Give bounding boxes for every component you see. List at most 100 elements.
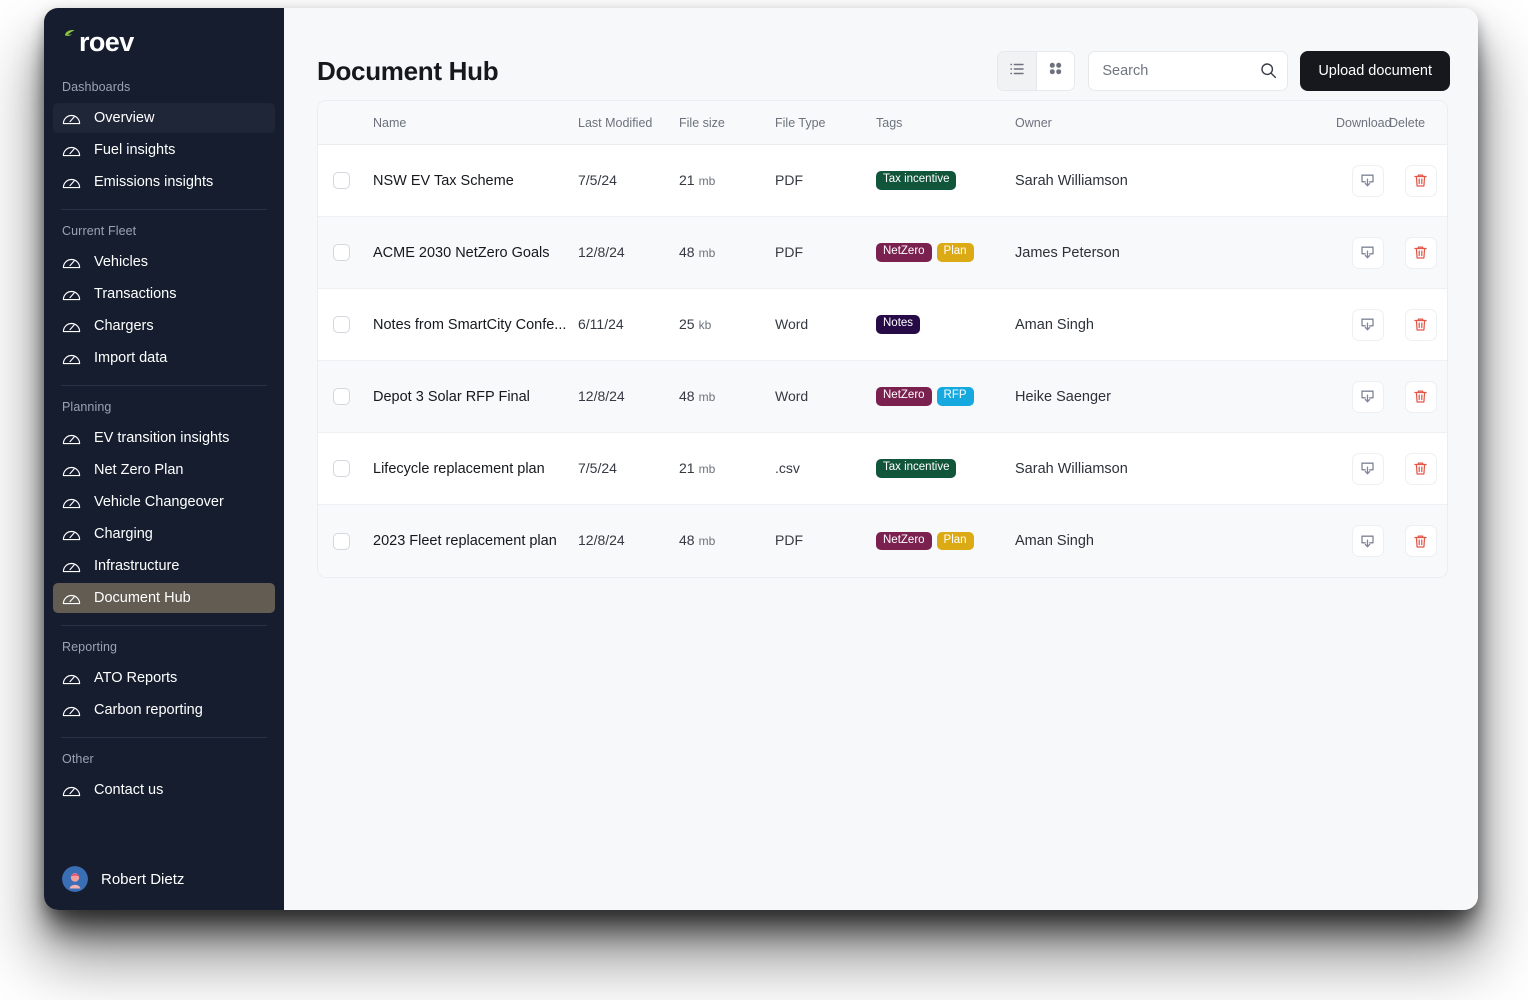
document-name: Depot 3 Solar RFP Final xyxy=(373,388,530,405)
brand-logo[interactable]: roev xyxy=(44,8,284,70)
gauge-icon xyxy=(62,111,81,126)
cell-download xyxy=(1341,525,1394,557)
download-button[interactable] xyxy=(1351,308,1384,341)
tag-badge[interactable]: Tax incentive xyxy=(876,171,957,190)
tag-badge[interactable]: NetZero xyxy=(876,243,932,262)
cell-owner: Sarah Williamson xyxy=(1015,172,1341,190)
owner-name: Aman Singh xyxy=(1015,533,1094,549)
sidebar-item-vehicles[interactable]: Vehicles xyxy=(53,247,275,277)
upload-document-button[interactable]: Upload document xyxy=(1300,51,1450,91)
sidebar-item-label: Chargers xyxy=(94,318,154,334)
row-checkbox[interactable] xyxy=(333,460,350,477)
row-checkbox[interactable] xyxy=(333,388,350,405)
sidebar-item-carbon-reporting[interactable]: Carbon reporting xyxy=(53,695,275,725)
column-header-file-type: File Type xyxy=(775,115,826,130)
cell-delete xyxy=(1394,308,1447,341)
column-header-tags: Tags xyxy=(876,115,903,130)
download-button[interactable] xyxy=(1351,380,1384,413)
cell-file-type: PDF xyxy=(775,244,876,262)
download-button[interactable] xyxy=(1351,164,1384,197)
user-profile[interactable]: Robert Dietz xyxy=(44,856,284,902)
row-checkbox[interactable] xyxy=(333,532,350,550)
tag-badge[interactable]: Plan xyxy=(936,531,974,551)
download-button[interactable] xyxy=(1351,525,1384,557)
sidebar-item-label: Net Zero Plan xyxy=(94,462,184,478)
table-row[interactable]: ACME 2030 NetZero Goals 12/8/24 48 mb PDF Net… xyxy=(318,217,1447,289)
search-box xyxy=(1088,51,1289,91)
sidebar-item-chargers[interactable]: Chargers xyxy=(53,311,275,341)
table-row[interactable]: Depot 3 Solar RFP Final 12/8/24 48 mb Word Ne… xyxy=(318,361,1447,433)
sidebar-item-label: Contact us xyxy=(94,782,164,798)
sidebar-item-contact-us[interactable]: Contact us xyxy=(53,775,275,805)
sidebar-item-infrastructure[interactable]: Infrastructure xyxy=(53,551,275,581)
file-size-unit: mb xyxy=(698,534,716,548)
sidebar-item-label: Vehicle Changeover xyxy=(94,494,224,510)
column-header-delete: Delete xyxy=(1389,115,1426,130)
sidebar-item-label: Transactions xyxy=(94,286,177,302)
tag-badge[interactable]: RFP xyxy=(936,387,974,406)
cell-file-type: Word xyxy=(775,388,876,406)
file-size-value: 25 xyxy=(679,315,695,332)
sidebar-item-label: Carbon reporting xyxy=(94,702,203,718)
owner-name: Sarah Williamson xyxy=(1015,460,1128,477)
sidebar-item-net-zero-plan[interactable]: Net Zero Plan xyxy=(53,455,275,485)
sidebar-item-document-hub[interactable]: Document Hub xyxy=(53,583,275,613)
download-button[interactable] xyxy=(1351,452,1384,485)
download-button[interactable] xyxy=(1351,236,1384,269)
delete-button[interactable] xyxy=(1404,236,1437,269)
cell-download xyxy=(1341,236,1394,269)
column-header-file-size: File size xyxy=(679,115,725,130)
tag-badge[interactable]: Plan xyxy=(936,243,974,262)
last-modified-value: 12/8/24 xyxy=(578,387,625,404)
delete-button[interactable] xyxy=(1404,164,1437,197)
table-row[interactable]: NSW EV Tax Scheme 7/5/24 21 mb PDF Tax incent… xyxy=(318,145,1447,217)
owner-name: Aman Singh xyxy=(1015,316,1094,333)
document-name: Lifecycle replacement plan xyxy=(373,460,545,477)
file-type-value: Word xyxy=(775,387,809,404)
tag-badge[interactable]: NetZero xyxy=(876,387,932,406)
cell-file-size: 48 mb xyxy=(679,388,775,406)
gauge-icon xyxy=(62,255,81,270)
brand-name: roev xyxy=(79,26,134,57)
tag-badge[interactable]: Notes xyxy=(876,315,921,334)
tag-badge[interactable]: Tax incentive xyxy=(876,459,957,478)
sidebar-item-label: Emissions insights xyxy=(94,174,214,190)
row-checkbox[interactable] xyxy=(333,316,350,333)
table-row[interactable]: 2023 Fleet replacement plan 12/8/24 48 mb PD… xyxy=(318,505,1447,577)
grid-view-toggle[interactable] xyxy=(1036,52,1075,90)
delete-button[interactable] xyxy=(1404,452,1437,485)
row-checkbox[interactable] xyxy=(333,244,350,261)
cell-owner: James Peterson xyxy=(1015,244,1341,262)
tag-badge[interactable]: NetZero xyxy=(876,531,932,551)
list-view-toggle[interactable] xyxy=(998,52,1037,90)
sidebar-item-ato-reports[interactable]: ATO Reports xyxy=(53,663,275,693)
search-input[interactable] xyxy=(1088,51,1289,91)
table-row[interactable]: Notes from SmartCity Confe... 6/11/24 25 kb… xyxy=(318,289,1447,361)
sidebar-item-vehicle-changeover[interactable]: Vehicle Changeover xyxy=(53,487,275,517)
sidebar-item-import-data[interactable]: Import data xyxy=(53,343,275,373)
row-checkbox[interactable] xyxy=(333,172,350,189)
table-row[interactable]: Lifecycle replacement plan 7/5/24 21 mb .csv… xyxy=(318,433,1447,505)
sidebar-item-fuel-insights[interactable]: Fuel insights xyxy=(53,135,275,165)
cell-last-modified: 12/8/24 xyxy=(578,244,679,262)
cell-owner: Sarah Williamson xyxy=(1015,460,1341,478)
cell-download xyxy=(1341,452,1394,485)
gauge-icon xyxy=(62,783,81,798)
column-header-name: Name xyxy=(373,115,407,130)
delete-button[interactable] xyxy=(1404,308,1437,341)
sidebar-item-emissions-insights[interactable]: Emissions insights xyxy=(53,167,275,197)
sidebar-divider xyxy=(61,625,267,626)
cell-tags: Tax incentive xyxy=(876,459,1015,478)
sidebar-item-ev-transition-insights[interactable]: EV transition insights xyxy=(53,423,275,453)
sidebar-item-charging[interactable]: Charging xyxy=(53,519,275,549)
sidebar-item-transactions[interactable]: Transactions xyxy=(53,279,275,309)
row-select-cell xyxy=(333,244,373,261)
last-modified-value: 12/8/24 xyxy=(578,532,625,548)
file-size-value: 48 xyxy=(679,387,695,404)
gauge-icon xyxy=(62,591,81,606)
file-size-value: 21 xyxy=(679,171,695,188)
sidebar-section-label: Dashboards xyxy=(62,80,131,94)
delete-button[interactable] xyxy=(1404,525,1437,557)
delete-button[interactable] xyxy=(1404,380,1437,413)
sidebar-item-overview[interactable]: Overview xyxy=(53,103,275,133)
